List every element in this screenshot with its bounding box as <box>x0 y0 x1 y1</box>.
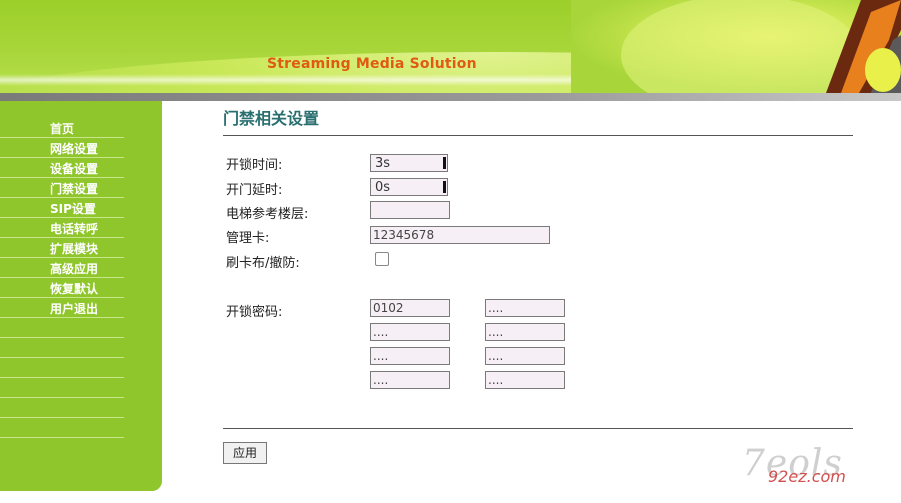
sidebar-empty-row <box>0 358 124 378</box>
elevator-floor-input[interactable] <box>370 201 450 219</box>
header-art-graphic <box>571 0 901 93</box>
password-field-7[interactable]: .... <box>370 371 450 389</box>
sidebar-item-access[interactable]: 门禁设置 <box>0 178 124 198</box>
arm-disarm-checkbox[interactable] <box>375 252 389 266</box>
unlock-time-label: 开锁时间: <box>226 158 283 173</box>
admin-card-value: 12345678 <box>373 228 435 242</box>
sidebar: 首页 网络设置 设备设置 门禁设置 SIP设置 电话转呼 扩展模块 高级应用 恢… <box>0 101 162 491</box>
password-field-1[interactable]: 0102 <box>370 299 450 317</box>
sidebar-item-network[interactable]: 网络设置 <box>0 138 124 158</box>
password-value: .... <box>488 373 504 387</box>
sidebar-item-label: 电话转呼 <box>50 222 99 236</box>
sidebar-item-label: 扩展模块 <box>50 242 99 256</box>
password-value: .... <box>488 325 504 339</box>
unlock-password-label: 开锁密码: <box>226 305 283 320</box>
door-delay-select[interactable]: 0s <box>370 178 448 196</box>
admin-card-label: 管理卡: <box>226 231 270 246</box>
sidebar-item-device[interactable]: 设备设置 <box>0 158 124 178</box>
sidebar-empty-row <box>0 378 124 398</box>
password-value: .... <box>488 349 504 363</box>
sidebar-item-label: 门禁设置 <box>50 182 99 196</box>
sidebar-empty-row <box>0 318 124 338</box>
unlock-time-value: 3s <box>375 156 391 171</box>
sidebar-item-label: 用户退出 <box>50 302 99 316</box>
watermark-logo: 7eols 92ez.com <box>742 443 892 493</box>
sidebar-item-sip[interactable]: SIP设置 <box>0 198 124 218</box>
password-field-6[interactable]: .... <box>485 347 565 365</box>
dropdown-arrow-icon <box>443 157 446 169</box>
footer-divider <box>223 428 853 429</box>
title-divider <box>223 135 853 136</box>
sidebar-empty-row <box>0 418 124 438</box>
sidebar-item-call-forward[interactable]: 电话转呼 <box>0 218 124 238</box>
door-delay-value: 0s <box>375 180 391 195</box>
sidebar-item-extension[interactable]: 扩展模块 <box>0 238 124 258</box>
password-value: .... <box>488 301 504 315</box>
password-field-3[interactable]: .... <box>370 323 450 341</box>
password-field-5[interactable]: .... <box>370 347 450 365</box>
elevator-floor-label: 电梯参考楼层: <box>226 207 309 222</box>
apply-button[interactable]: 应用 <box>223 442 267 464</box>
password-field-2[interactable]: .... <box>485 299 565 317</box>
sidebar-item-label: 设备设置 <box>50 162 99 176</box>
password-field-8[interactable]: .... <box>485 371 565 389</box>
password-value: .... <box>373 373 389 387</box>
door-delay-label: 开门延时: <box>226 183 283 198</box>
sidebar-item-label: 首页 <box>50 122 75 136</box>
sidebar-item-label: 恢复默认 <box>50 282 99 296</box>
sidebar-item-logout[interactable]: 用户退出 <box>0 298 124 318</box>
header-divider <box>0 93 901 101</box>
sidebar-item-label: SIP设置 <box>50 202 96 216</box>
page-title: 门禁相关设置 <box>223 109 320 128</box>
sidebar-empty-row <box>0 338 124 358</box>
watermark-url: 92ez.com <box>768 467 846 486</box>
password-value: .... <box>373 325 389 339</box>
sidebar-item-restore[interactable]: 恢复默认 <box>0 278 124 298</box>
header-banner: Streaming Media Solution <box>0 0 901 93</box>
sidebar-item-home[interactable]: 首页 <box>0 118 124 138</box>
sidebar-item-label: 高级应用 <box>50 262 99 276</box>
sidebar-empty-row <box>0 398 124 418</box>
arm-disarm-label: 刷卡布/撤防: <box>226 256 300 271</box>
brand-title: Streaming Media Solution <box>267 56 477 72</box>
sidebar-item-label: 网络设置 <box>50 142 99 156</box>
password-field-4[interactable]: .... <box>485 323 565 341</box>
unlock-time-select[interactable]: 3s <box>370 154 448 172</box>
password-value: 0102 <box>373 301 404 315</box>
dropdown-arrow-icon <box>443 181 446 193</box>
sidebar-item-advanced[interactable]: 高级应用 <box>0 258 124 278</box>
password-value: .... <box>373 349 389 363</box>
admin-card-input[interactable]: 12345678 <box>370 226 550 244</box>
